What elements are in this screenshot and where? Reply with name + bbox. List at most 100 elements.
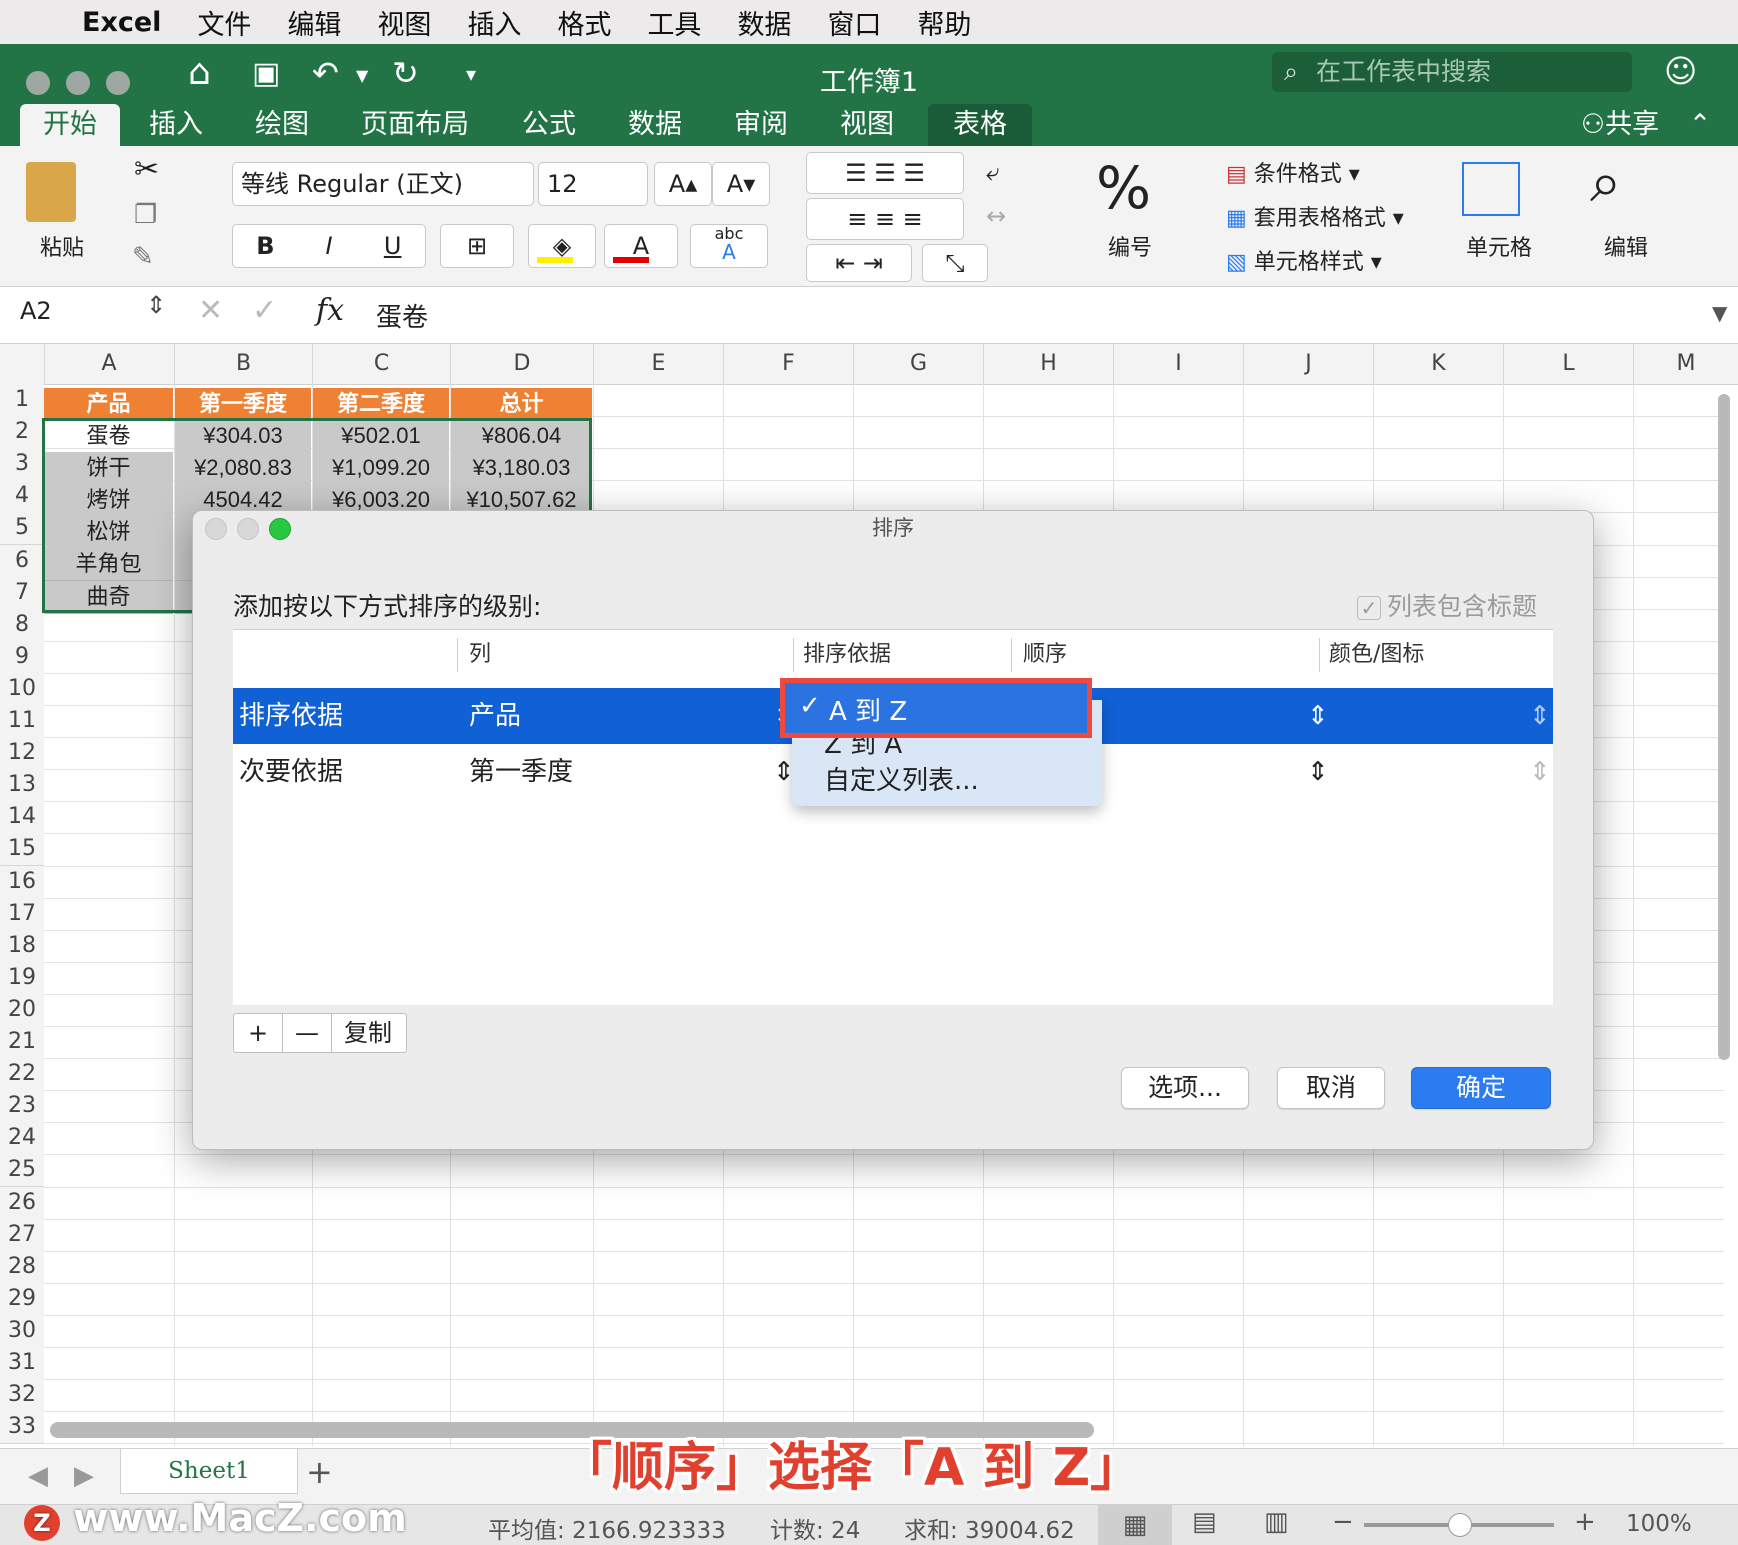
- stepper-icon[interactable]: ⇕: [1307, 744, 1329, 800]
- row-header[interactable]: 20: [0, 993, 44, 1027]
- magnifier-edit-icon[interactable]: ⌕: [1590, 150, 1621, 216]
- menu-tools[interactable]: 工具: [647, 3, 701, 42]
- table-header-cell[interactable]: 产品: [44, 388, 173, 420]
- row-header[interactable]: 9: [0, 640, 44, 674]
- row-header[interactable]: 27: [0, 1218, 44, 1252]
- name-box[interactable]: A2: [20, 297, 52, 325]
- row-header[interactable]: 7: [0, 576, 44, 610]
- formula-input[interactable]: 蛋卷: [376, 297, 428, 334]
- has-header-checkbox[interactable]: ✓ 列表包含标题: [1357, 587, 1537, 623]
- menu-insert[interactable]: 插入: [467, 3, 521, 42]
- row-header[interactable]: 11: [0, 705, 44, 738]
- insert-function-icon[interactable]: fx: [316, 293, 344, 328]
- column-header[interactable]: K: [1374, 344, 1504, 384]
- font-color-button[interactable]: A: [604, 224, 678, 268]
- row-header[interactable]: 30: [0, 1314, 44, 1348]
- options-button[interactable]: 选项...: [1121, 1067, 1249, 1109]
- copy-level-button[interactable]: 复制: [332, 1014, 404, 1052]
- add-sheet-button[interactable]: +: [306, 1453, 333, 1491]
- tab-draw[interactable]: 绘图: [234, 104, 330, 146]
- row-header[interactable]: 8: [0, 608, 44, 642]
- stepper-icon[interactable]: ⇕: [1529, 744, 1551, 800]
- select-all-corner[interactable]: [0, 344, 45, 384]
- accept-formula-icon[interactable]: ✓: [252, 293, 277, 328]
- dialog-minimize-button[interactable]: [237, 518, 259, 540]
- orientation-button[interactable]: ⤡: [922, 244, 988, 282]
- normal-view-icon[interactable]: ▦: [1098, 1505, 1172, 1545]
- column-header[interactable]: E: [594, 344, 724, 384]
- column-header[interactable]: G: [854, 344, 984, 384]
- tab-home[interactable]: 开始: [20, 104, 120, 146]
- tab-insert[interactable]: 插入: [128, 104, 224, 146]
- cond-format-button[interactable]: ▤ 条件格式 ▾: [1226, 156, 1360, 188]
- row-header[interactable]: 31: [0, 1347, 44, 1380]
- row-header[interactable]: 3: [0, 448, 44, 482]
- prev-sheet-icon[interactable]: ◀: [28, 1461, 48, 1491]
- row-header[interactable]: 26: [0, 1186, 44, 1220]
- row-header[interactable]: 1: [0, 384, 44, 417]
- zoom-in-icon[interactable]: +: [1574, 1507, 1596, 1537]
- tab-data[interactable]: 数据: [610, 104, 700, 146]
- borders-button[interactable]: ⊞: [440, 224, 514, 268]
- dropdown-item-custom-list[interactable]: 自定义列表...: [824, 760, 979, 797]
- row-header[interactable]: 14: [0, 801, 44, 835]
- share-button[interactable]: ⚇共享: [1560, 104, 1680, 146]
- page-break-view-icon[interactable]: ▥: [1264, 1507, 1289, 1537]
- tab-view[interactable]: 视图: [822, 104, 912, 146]
- cut-icon[interactable]: ✂: [134, 152, 159, 187]
- row-header[interactable]: 4: [0, 480, 44, 514]
- percent-icon[interactable]: %: [1096, 154, 1151, 222]
- expand-formula-icon[interactable]: ▼: [1712, 301, 1727, 325]
- italic-button[interactable]: I: [301, 225, 357, 267]
- bold-button[interactable]: B: [237, 225, 293, 267]
- menu-data[interactable]: 数据: [737, 3, 791, 42]
- row-header[interactable]: 10: [0, 672, 44, 706]
- row-header[interactable]: 32: [0, 1379, 44, 1413]
- table-header-cell[interactable]: 第二季度: [313, 388, 449, 420]
- cells-icon[interactable]: [1462, 162, 1520, 216]
- page-layout-view-icon[interactable]: ▤: [1192, 1507, 1217, 1537]
- row-header[interactable]: 19: [0, 961, 44, 995]
- zoom-slider-handle[interactable]: [1448, 1513, 1472, 1537]
- name-box-stepper-icon[interactable]: ⇕: [146, 291, 166, 319]
- tab-formulas[interactable]: 公式: [504, 104, 594, 146]
- column-header[interactable]: M: [1634, 344, 1738, 384]
- font-size-select[interactable]: 12: [538, 162, 648, 206]
- search-input[interactable]: ⌕ 在工作表中搜索: [1272, 52, 1632, 92]
- row-header[interactable]: 23: [0, 1090, 44, 1124]
- row-header[interactable]: 28: [0, 1250, 44, 1284]
- row-header[interactable]: 2: [0, 416, 44, 450]
- table-header-cell[interactable]: 第一季度: [175, 388, 311, 420]
- menu-window[interactable]: 窗口: [827, 3, 881, 42]
- horizontal-align-group[interactable]: ≡ ≡ ≡: [806, 198, 964, 240]
- menu-file[interactable]: 文件: [197, 3, 251, 42]
- row-header[interactable]: 21: [0, 1026, 44, 1059]
- column-header[interactable]: J: [1244, 344, 1374, 384]
- cancel-button[interactable]: 取消: [1277, 1067, 1385, 1109]
- sheet-tab[interactable]: Sheet1: [120, 1449, 298, 1494]
- table-format-button[interactable]: ▦ 套用表格格式 ▾: [1226, 200, 1404, 232]
- column-header[interactable]: B: [175, 344, 313, 384]
- stepper-icon[interactable]: ⇕: [1307, 688, 1329, 744]
- sort-column-select[interactable]: 产品: [469, 688, 521, 744]
- column-header[interactable]: L: [1504, 344, 1634, 384]
- table-header-cell[interactable]: 总计: [451, 388, 592, 420]
- row-header[interactable]: 6: [0, 544, 44, 578]
- copy-icon[interactable]: ❐: [134, 200, 157, 230]
- sort-column-select[interactable]: 第一季度: [469, 744, 573, 800]
- menu-format[interactable]: 格式: [557, 3, 611, 42]
- row-header[interactable]: 24: [0, 1122, 44, 1156]
- zoom-out-icon[interactable]: −: [1332, 1507, 1354, 1537]
- column-header[interactable]: D: [451, 344, 594, 384]
- tab-table[interactable]: 表格: [928, 104, 1032, 146]
- merge-cells-icon[interactable]: ↔: [986, 202, 1006, 230]
- row-header[interactable]: 5: [0, 512, 44, 546]
- tab-page-layout[interactable]: 页面布局: [350, 104, 480, 146]
- fill-color-button[interactable]: ◈: [528, 224, 596, 268]
- row-header[interactable]: 25: [0, 1154, 44, 1188]
- menu-help[interactable]: 帮助: [917, 3, 971, 42]
- vertical-align-group[interactable]: ☰ ☰ ☰: [806, 152, 964, 194]
- column-header[interactable]: A: [44, 344, 175, 384]
- wrap-text-icon[interactable]: ⤶: [986, 158, 999, 186]
- column-header[interactable]: F: [724, 344, 854, 384]
